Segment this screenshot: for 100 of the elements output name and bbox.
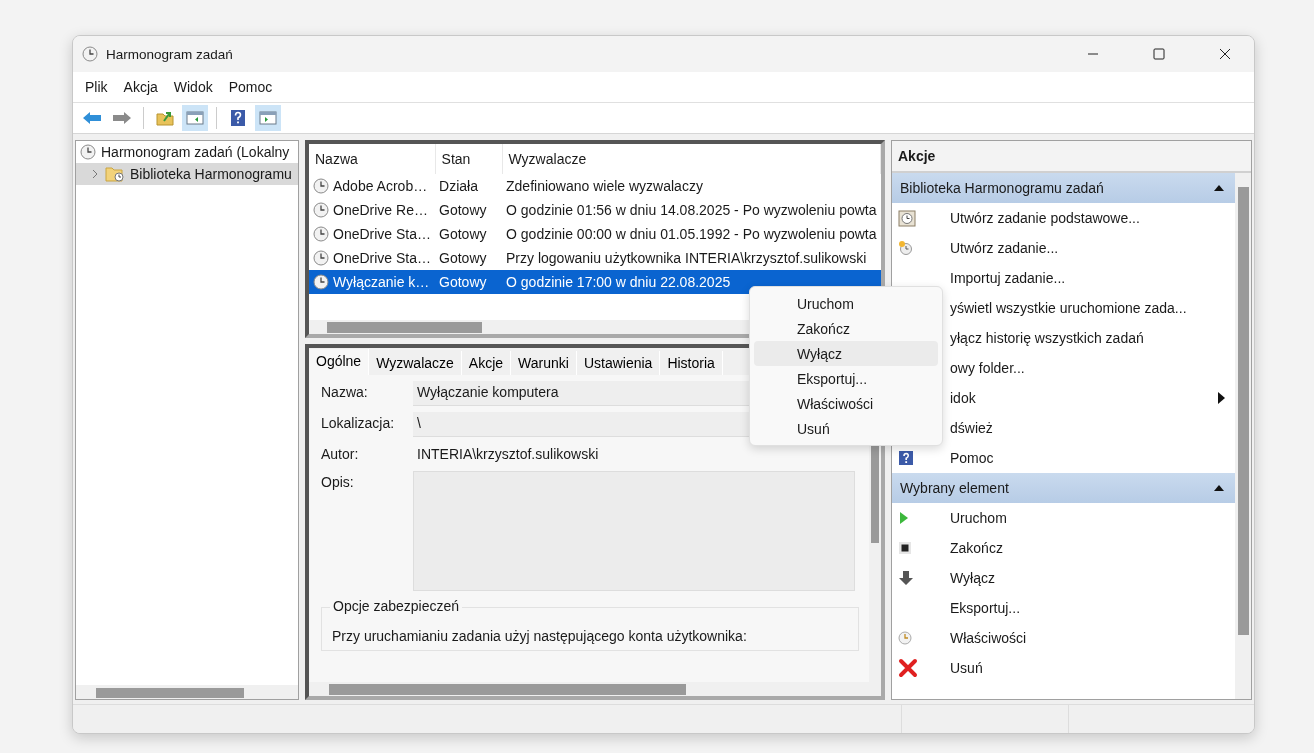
status-cell: Gotowy: [435, 270, 503, 294]
trigger-cell-text: O godzinie 01:56 w dniu 14.08.2025 - Po wyzwoleniu powta: [505, 201, 878, 220]
back-arrow-icon[interactable]: [82, 110, 102, 126]
calendar-clock-icon: [898, 209, 916, 227]
action-item[interactable]: Eksportuj...: [892, 593, 1235, 623]
action-item[interactable]: Wyłącz: [892, 563, 1235, 593]
action-label: owy folder...: [950, 360, 1026, 376]
pane-icon[interactable]: [259, 111, 277, 125]
folder-up-icon[interactable]: [156, 110, 174, 126]
menu-item[interactable]: Widok: [165, 75, 221, 99]
action-item[interactable]: Właściwości: [892, 623, 1235, 653]
task-row[interactable]: Wyłączanie k… Gotowy O godzinie 17:00 w dniu 22.08.2025: [309, 270, 881, 294]
task-row[interactable]: Adobe Acrob… Działa Zdefiniowano wiele wyzwalaczy: [309, 174, 881, 198]
column-header[interactable]: Nazwa: [309, 144, 436, 174]
field-label: Lokalizacja:: [321, 414, 396, 433]
stop-icon: [898, 541, 912, 555]
tab[interactable]: Ogólne: [309, 349, 370, 375]
task-row[interactable]: OneDrive Sta… Gotowy Przy logowaniu użytkownika INTERIA\krzysztof.sulikowski: [309, 246, 881, 270]
play-icon: [898, 511, 910, 525]
clock-icon: [313, 178, 329, 194]
app-clock-icon: [82, 46, 98, 62]
show-action-pane-button[interactable]: [255, 105, 281, 131]
action-label: Utwórz zadanie podstawowe...: [950, 210, 1141, 226]
scrollbar[interactable]: [1235, 173, 1251, 699]
action-label: Pomoc: [950, 450, 995, 466]
action-label: Utwórz zadanie...: [950, 240, 1060, 256]
action-label: Eksportuj...: [950, 600, 1022, 616]
clock-icon: [80, 144, 96, 160]
delete-icon: [898, 658, 918, 678]
task-row[interactable]: OneDrive Re… Gotowy O godzinie 01:56 w dniu 14.08.2025 - Po wyzwoleniu powta: [309, 198, 881, 222]
task-name: Adobe Acrob…: [333, 178, 428, 194]
action-label: Uruchom: [950, 510, 1008, 526]
maximize-icon[interactable]: [1153, 48, 1165, 60]
scrollbar[interactable]: [309, 682, 881, 696]
menu-item[interactable]: Zakończ: [754, 316, 938, 341]
action-item[interactable]: Uruchom: [892, 503, 1235, 533]
action-label: Importuj zadanie...: [950, 270, 1067, 286]
status-cell-text: Gotowy: [438, 225, 488, 244]
menu-item[interactable]: Akcja: [115, 75, 166, 99]
action-item[interactable]: Utwórz zadanie...: [892, 233, 1235, 263]
column-header[interactable]: Stan: [435, 144, 503, 174]
help-icon: [898, 450, 914, 466]
clock-icon: [313, 202, 329, 218]
action-label: Wyłącz: [950, 570, 996, 586]
task-name: OneDrive Sta…: [333, 250, 432, 266]
down-arrow-icon: [898, 570, 914, 586]
section-header[interactable]: Wybrany element: [892, 473, 1235, 503]
show-tree-button[interactable]: [182, 105, 208, 131]
status-cell: Gotowy: [435, 246, 503, 270]
description-field[interactable]: [413, 471, 855, 591]
clock-icon: [313, 250, 329, 266]
tree-item[interactable]: Harmonogram zadań (Lokalny: [76, 141, 298, 163]
clock-icon: [313, 226, 329, 242]
status-cell-text: Gotowy: [438, 201, 488, 220]
window-title: Harmonogram zadań: [106, 46, 234, 62]
action-item[interactable]: Pomoc: [892, 443, 1235, 473]
clock-icon: [898, 240, 914, 256]
clock-icon: [313, 274, 329, 290]
action-label: Właściwości: [950, 630, 1028, 646]
field-label: Autor:: [321, 445, 360, 464]
action-item[interactable]: Zakończ: [892, 533, 1235, 563]
forward-arrow-icon[interactable]: [112, 110, 132, 126]
menu-item[interactable]: Uruchom: [754, 291, 938, 316]
task-name: OneDrive Re…: [333, 202, 428, 218]
clock-icon: [898, 631, 912, 645]
menu-item[interactable]: Pomoc: [220, 75, 281, 99]
status-cell: Działa: [435, 174, 503, 198]
trigger-cell: Zdefiniowano wiele wyzwalaczy: [502, 174, 881, 198]
security-text: Przy uruchamianiu zadania użyj następującego konta użytkownika:: [332, 628, 748, 644]
action-label: yświetl wszystkie uruchomione zada...: [950, 300, 1188, 316]
action-item[interactable]: Utwórz zadanie podstawowe...: [892, 203, 1235, 233]
action-label: Usuń: [950, 660, 984, 676]
scrollbar[interactable]: [76, 685, 298, 699]
help-icon[interactable]: [230, 109, 246, 127]
pane-icon[interactable]: [186, 111, 204, 125]
trigger-cell: Przy logowaniu użytkownika INTERIA\krzysztof.sulikowski: [502, 246, 881, 270]
task-name: Wyłączanie k…: [333, 274, 430, 290]
action-label: idok: [950, 390, 977, 406]
close-icon[interactable]: [1219, 48, 1231, 60]
author-value: INTERIA\krzysztof.sulikowski: [416, 445, 600, 464]
folder-clock-icon: [105, 166, 125, 182]
section-header[interactable]: Biblioteka Harmonogramu zadań: [892, 173, 1235, 203]
action-item[interactable]: Importuj zadanie...: [892, 263, 1235, 293]
collapse-icon[interactable]: [1213, 484, 1225, 492]
menu-item[interactable]: Plik: [77, 75, 116, 99]
actions-title: Akcje: [892, 141, 1251, 173]
action-item[interactable]: Usuń: [892, 653, 1235, 683]
action-label: yłącz historię wszystkich zadań: [950, 330, 1145, 346]
tree-item[interactable]: Biblioteka Harmonogramu: [76, 163, 298, 185]
group-title: Opcje zabezpieczeń: [330, 598, 463, 614]
task-name: OneDrive Sta…: [333, 226, 432, 242]
collapse-icon[interactable]: [1213, 184, 1225, 192]
task-row[interactable]: OneDrive Sta… Gotowy O godzinie 00:00 w dniu 01.05.1992 - Po wyzwoleniu powta: [309, 222, 881, 246]
trigger-cell-text: O godzinie 00:00 w dniu 01.05.1992 - Po wyzwoleniu powta: [505, 225, 878, 244]
menu-item[interactable]: Wyłącz: [754, 341, 938, 366]
field-label: Opis:: [321, 473, 355, 492]
action-label: dśwież: [950, 420, 994, 436]
action-label: Zakończ: [950, 540, 1004, 556]
chevron-icon[interactable]: [90, 169, 100, 179]
column-header[interactable]: Wyzwalacze: [502, 144, 881, 174]
